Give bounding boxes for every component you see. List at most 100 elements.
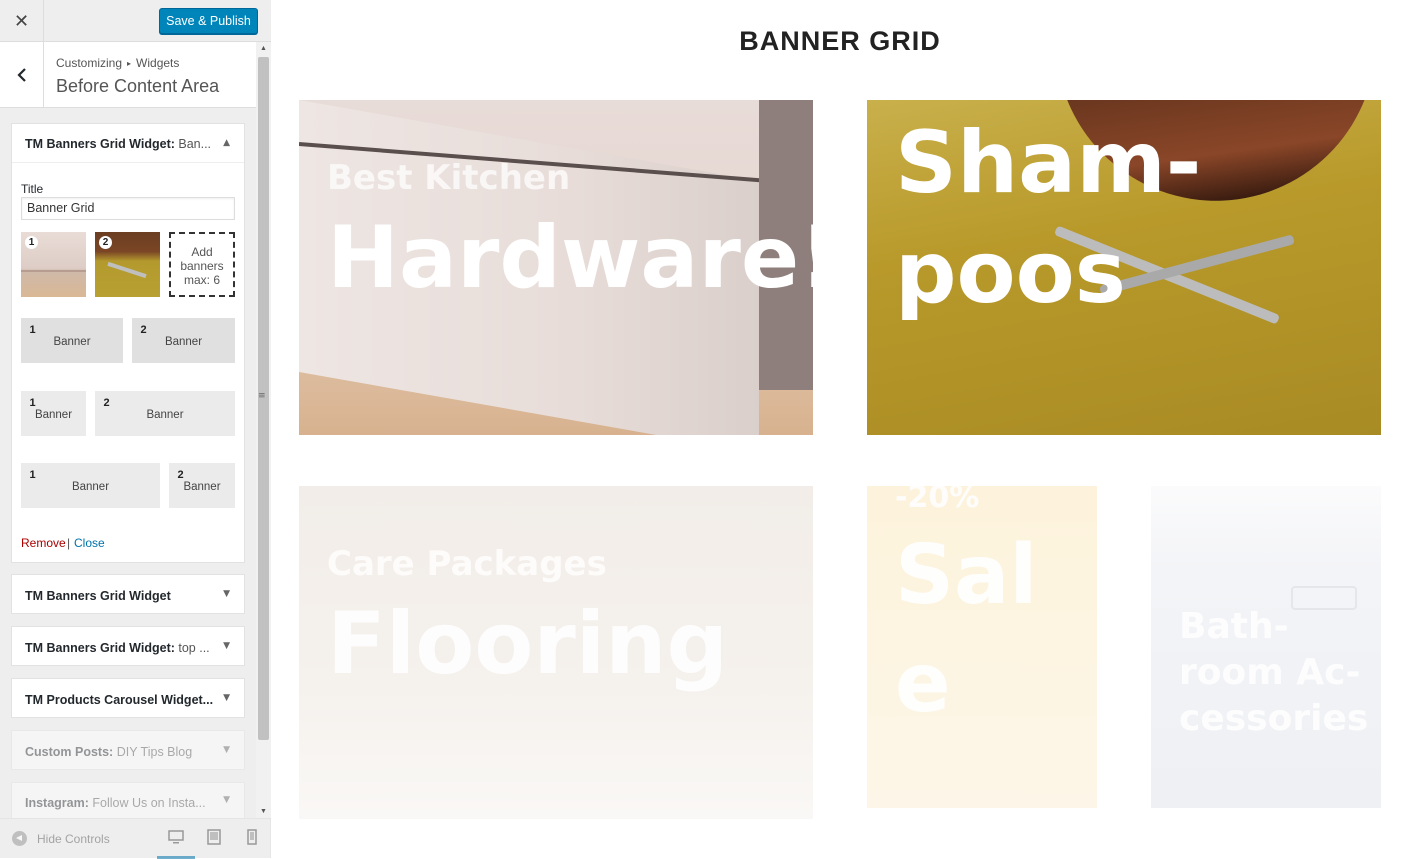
banner-title-line: e	[895, 636, 951, 731]
layout-label: Banner	[146, 408, 184, 421]
expand-arrow-icon[interactable]: ▼	[223, 589, 230, 599]
banner-subtitle: Care Packages	[327, 544, 607, 584]
widget-title: Instagram: Follow Us on Insta...	[25, 796, 206, 810]
widget-title-main: Custom Posts:	[25, 745, 117, 759]
layout-option-1-banner-2[interactable]: 2 Banner	[132, 318, 235, 363]
collapse-arrow-icon[interactable]: ▲	[223, 138, 230, 148]
layout-option-3-banner-1[interactable]: 1 Banner	[21, 463, 160, 508]
expand-arrow-icon[interactable]: ▼	[223, 641, 230, 651]
banner-subtitle: Best Kitchen	[327, 158, 571, 198]
close-widget-link[interactable]: Close	[74, 536, 105, 550]
thumb-detail	[21, 270, 86, 272]
sidebar-scrollbar[interactable]: ▲ ▼	[256, 42, 271, 818]
breadcrumb-separator-icon: ▸	[127, 59, 132, 68]
banner-title-line: room Ac-	[1179, 652, 1361, 693]
widget-title-main: TM Banners Grid Widget:	[25, 641, 179, 655]
scroll-down-icon[interactable]: ▼	[256, 805, 271, 818]
banner-title: Bath-room Ac-cessories	[1179, 604, 1368, 742]
widget-title: TM Banners Grid Widget: top ...	[25, 641, 210, 655]
widget-title: Custom Posts: DIY Tips Blog	[25, 745, 192, 759]
widget-item[interactable]: TM Banners Grid Widget ▼	[11, 574, 245, 614]
save-publish-button[interactable]: Save & Publish	[159, 8, 258, 34]
widget-title: TM Products Carousel Widget...	[25, 693, 213, 707]
widget-item[interactable]: Instagram: Follow Us on Insta... ▼	[11, 782, 245, 818]
widget-title: TM Banners Grid Widget: Ban...	[25, 137, 211, 151]
layout-number: 1	[29, 323, 36, 336]
preview-desktop-button[interactable]	[157, 829, 195, 859]
title-field-label: Title	[21, 182, 44, 196]
breadcrumb-leaf: Widgets	[136, 56, 180, 70]
breadcrumb-root: Customizing	[56, 56, 123, 70]
layout-option-3-banner-2[interactable]: 2 Banner	[169, 463, 235, 508]
layout-label: Banner	[34, 408, 73, 421]
section-title: Before Content Area	[56, 76, 220, 96]
chevron-left-icon	[16, 68, 26, 82]
banner-title-line: Bath-	[1179, 606, 1289, 647]
widget-item[interactable]: TM Banners Grid Widget: top ... ▼	[11, 626, 245, 666]
expand-arrow-icon[interactable]: ▼	[223, 795, 230, 805]
close-icon: ✕	[13, 10, 30, 32]
layout-label: Banner	[53, 335, 91, 348]
banner-title: Sham-poos	[895, 108, 1202, 328]
layout-option-1-banner-1[interactable]: 1 Banner	[21, 318, 123, 363]
expand-arrow-icon[interactable]: ▼	[223, 745, 230, 755]
banner-flooring[interactable]: Care Packages Flooring	[299, 486, 813, 819]
widget-header[interactable]: TM Banners Grid Widget: Ban... ▲	[12, 124, 244, 163]
banner-title-line: Sal	[895, 528, 1038, 623]
title-input[interactable]: Banner Grid	[21, 197, 235, 220]
mobile-icon	[247, 829, 257, 845]
banner-subtitle: -20%	[895, 486, 980, 515]
thumb-number: 2	[99, 236, 112, 249]
widget-title-sub: DIY Tips Blog	[116, 745, 193, 759]
preview-mobile-button[interactable]	[233, 829, 271, 859]
banner-shampoos[interactable]: Sham-poos	[867, 100, 1381, 435]
layout-option-2-banner-1[interactable]: 1 Banner	[21, 391, 86, 436]
collapse-icon[interactable]	[12, 831, 27, 846]
link-separator: |	[67, 536, 71, 550]
widget-item[interactable]: TM Products Carousel Widget... ▼	[11, 678, 245, 718]
widget-banners-grid-open: TM Banners Grid Widget: Ban... ▲ Title B…	[11, 123, 245, 563]
banner-thumb-2[interactable]: 2	[95, 232, 160, 297]
expand-arrow-icon[interactable]: ▼	[223, 693, 230, 703]
banner-bathroom[interactable]: Bath-room Ac-cessories	[1151, 486, 1381, 808]
layout-number: 2	[103, 396, 110, 409]
customizer-footer: Hide Controls	[0, 818, 271, 859]
section-heading: BANNER GRID	[739, 26, 941, 56]
layout-label: Banner	[164, 335, 203, 348]
tablet-icon	[207, 829, 221, 845]
scroll-up-icon[interactable]: ▲	[256, 42, 271, 55]
layout-number: 1	[29, 396, 36, 409]
section-header: Customizing ▸ Widgets Before Content Area	[0, 42, 256, 108]
widget-title-main: TM Banners Grid Widget	[25, 589, 171, 603]
site-preview: BANNER GRID Best Kitchen Hardware! Sham-…	[271, 0, 1409, 858]
widget-title-main: Instagram:	[25, 796, 93, 810]
widget-title-sub: top ...	[178, 641, 210, 655]
desktop-icon	[168, 830, 184, 844]
customizer-header: ✕ Save & Publish	[0, 0, 271, 42]
resize-handle-icon[interactable]: ≡	[258, 391, 267, 403]
thumb-detail	[107, 261, 147, 279]
widget-title: TM Banners Grid Widget	[25, 589, 171, 603]
widget-item[interactable]: Custom Posts: DIY Tips Blog ▼	[11, 730, 245, 770]
close-customizer-button[interactable]: ✕	[0, 0, 44, 42]
back-button[interactable]	[0, 42, 44, 108]
remove-widget-link[interactable]: Remove	[21, 536, 66, 550]
banner-title: Flooring	[327, 594, 729, 694]
thumb-number: 1	[25, 236, 38, 249]
widget-title-sub: Follow Us on Insta...	[92, 796, 206, 810]
banner-title: Hardware!	[327, 208, 813, 308]
banner-thumb-1[interactable]: 1	[21, 232, 86, 297]
widget-title-main: TM Banners Grid Widget:	[25, 137, 179, 151]
layout-number: 2	[177, 468, 184, 481]
customizer-sidebar: ✕ Save & Publish Customizing ▸ Widgets Bef…	[0, 0, 271, 859]
add-banners-button[interactable]: Add banners max: 6	[169, 232, 235, 297]
banner-sale[interactable]: -20% Sal e	[867, 486, 1097, 808]
banner-hardware[interactable]: Best Kitchen Hardware!	[299, 100, 813, 435]
breadcrumb: Customizing ▸ Widgets	[56, 56, 179, 70]
layout-number: 1	[29, 468, 36, 481]
layout-label: Banner	[183, 480, 221, 493]
layout-option-2-banner-2[interactable]: 2 Banner	[95, 391, 235, 436]
preview-tablet-button[interactable]	[195, 829, 233, 859]
layout-number: 2	[140, 323, 147, 336]
hide-controls-button[interactable]: Hide Controls	[37, 832, 110, 846]
